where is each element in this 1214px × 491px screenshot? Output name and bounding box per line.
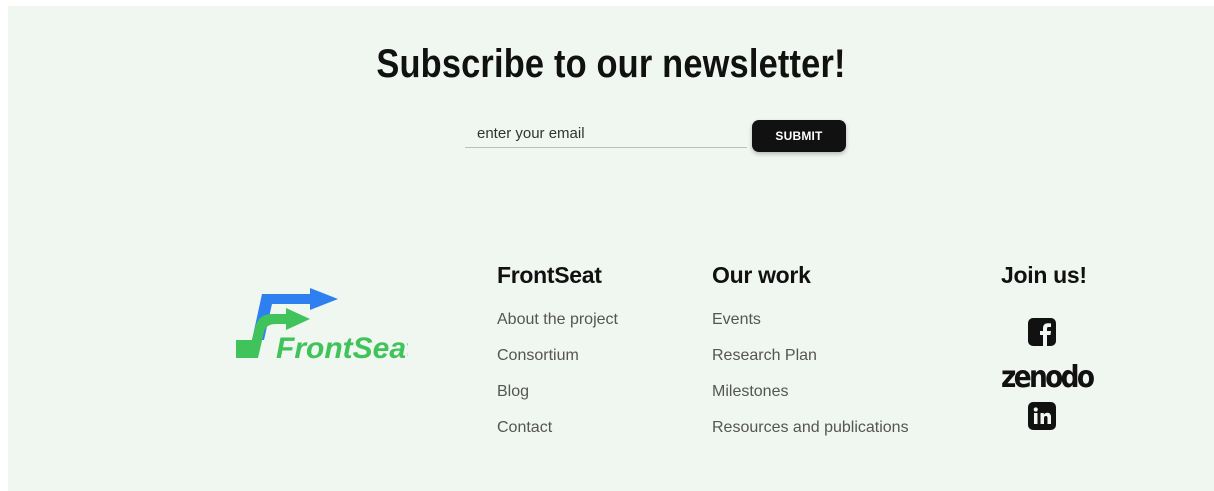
zenodo-logo[interactable]: zenodo <box>1001 360 1095 395</box>
frontseat-column-title: FrontSeat <box>497 262 602 288</box>
logo-text: FrontSeat <box>276 332 408 360</box>
submit-button[interactable]: SUBMIT <box>752 120 846 152</box>
link-events[interactable]: Events <box>712 311 761 329</box>
link-milestones[interactable]: Milestones <box>712 383 788 401</box>
facebook-icon[interactable] <box>1028 318 1056 346</box>
email-input[interactable] <box>465 120 747 148</box>
link-resources-and-publications[interactable]: Resources and publications <box>712 419 909 437</box>
link-contact[interactable]: Contact <box>497 419 552 437</box>
link-research-plan[interactable]: Research Plan <box>712 347 817 365</box>
newsletter-title: Subscribe to our newsletter! <box>376 42 846 86</box>
link-consortium[interactable]: Consortium <box>497 347 579 365</box>
linkedin-icon[interactable] <box>1028 402 1056 430</box>
join-us-column-title: Join us! <box>1001 262 1087 288</box>
our-work-column-title: Our work <box>712 262 811 288</box>
frontseat-logo[interactable]: FrontSeat <box>228 288 408 360</box>
link-blog[interactable]: Blog <box>497 383 529 401</box>
link-about-the-project[interactable]: About the project <box>497 311 618 329</box>
footer-panel: Subscribe to our newsletter! SUBMIT Fron… <box>8 6 1214 491</box>
